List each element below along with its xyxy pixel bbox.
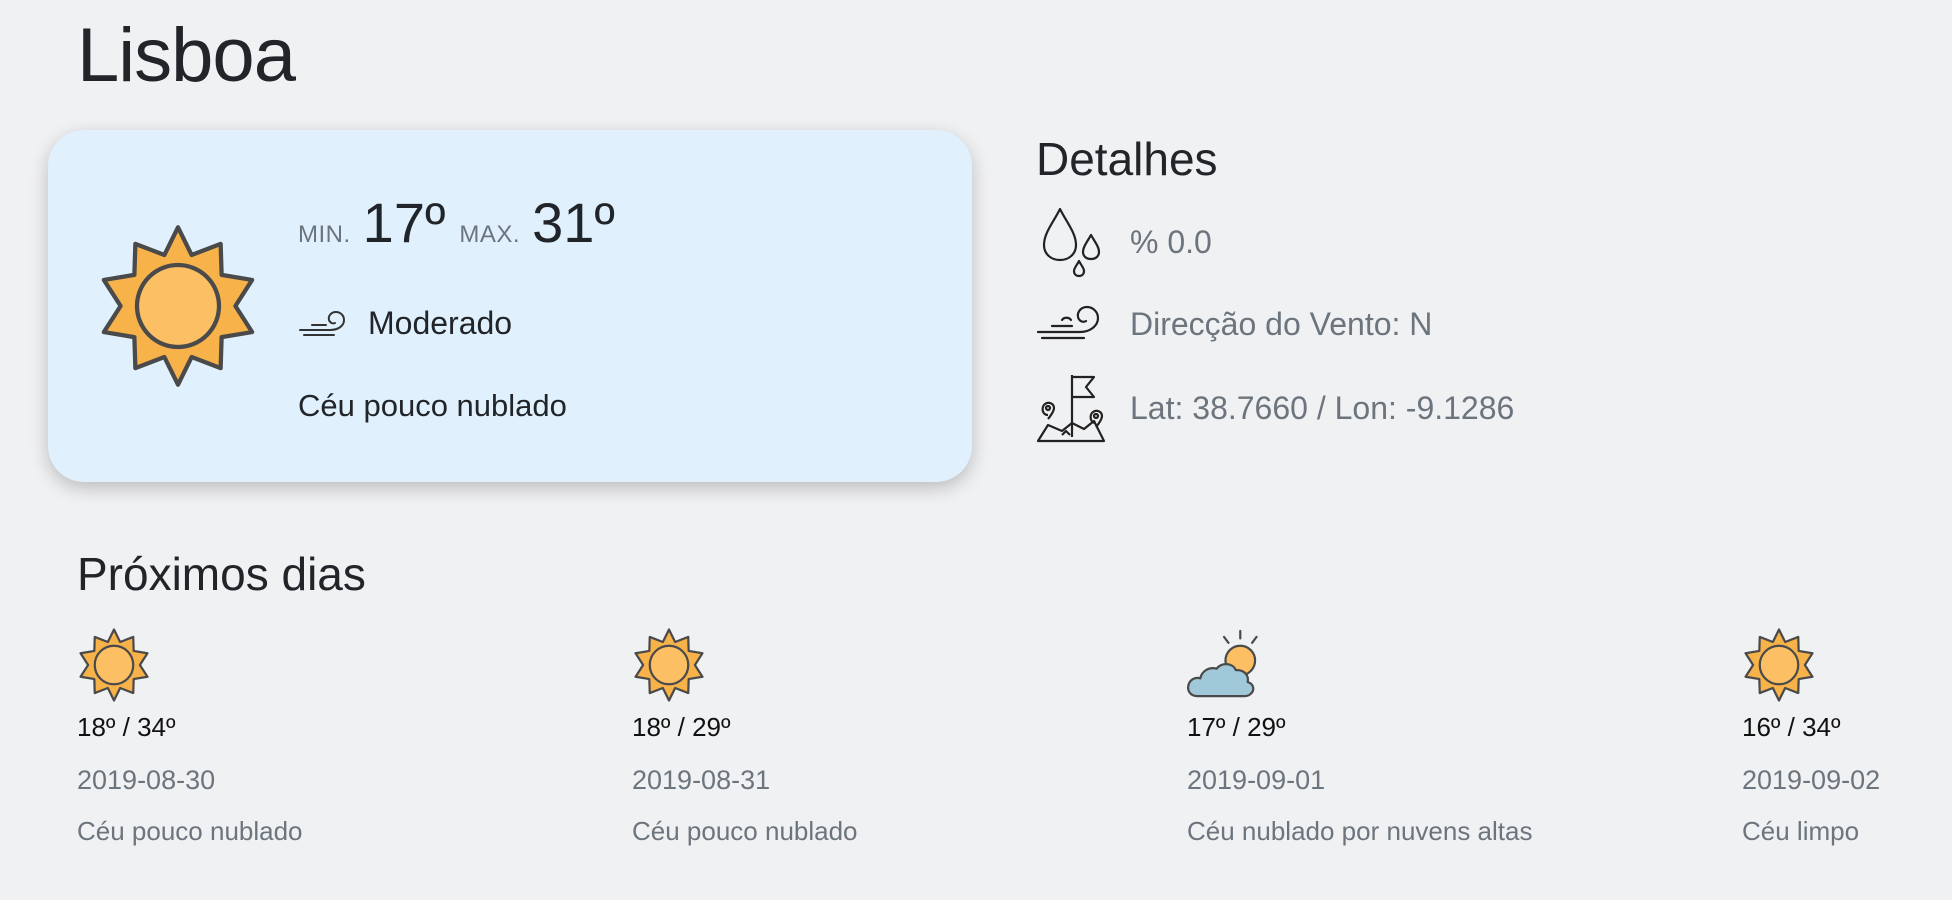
- forecast-day: 16º / 34º 2019-09-02 Céu limpo: [1742, 628, 1942, 847]
- forecast-day: 18º / 29º 2019-08-31 Céu pouco nublado: [632, 628, 1052, 847]
- forecast-temperature-range: 18º / 29º: [632, 712, 731, 742]
- sun-icon: [79, 628, 149, 702]
- sun-icon: [1744, 628, 1814, 702]
- temperature-range: MIN. 17º MAX. 31º: [298, 190, 629, 255]
- map-flag-icon: [1036, 375, 1106, 443]
- wind-icon: [299, 310, 346, 336]
- forecast-temperature-range: 18º / 34º: [77, 712, 176, 742]
- max-label: MAX.: [459, 221, 521, 248]
- coordinates-row: Lat: 38.7660 / Lon: -9.1286: [1036, 371, 1514, 445]
- min-label: MIN.: [298, 221, 351, 248]
- current-weather-card: MIN. 17º MAX. 31º Moderado Céu pouco nub…: [48, 130, 972, 482]
- precipitation-row: % 0.0: [1036, 205, 1212, 279]
- forecast-date: 2019-08-30: [77, 765, 216, 795]
- forecast-title: Próximos dias: [77, 548, 366, 600]
- forecast-date: 2019-08-31: [632, 765, 771, 795]
- forecast-day: 18º / 34º 2019-08-30 Céu pouco nublado: [77, 628, 497, 847]
- wind-intensity-text: Moderado: [368, 305, 513, 341]
- precipitation-value: % 0.0: [1130, 223, 1212, 260]
- forecast-description: Céu limpo: [1742, 816, 1860, 846]
- forecast-description: Céu pouco nublado: [632, 816, 858, 846]
- forecast-temperature-range: 17º / 29º: [1187, 712, 1286, 742]
- forecast-description: Céu pouco nublado: [77, 816, 303, 846]
- coordinates-value: Lat: 38.7660 / Lon: -9.1286: [1130, 389, 1515, 426]
- forecast-date: 2019-09-01: [1187, 765, 1326, 795]
- details-title: Detalhes: [1036, 133, 1218, 185]
- wind-direction-value: Direcção do Vento: N: [1130, 305, 1433, 342]
- sun-icon: [634, 628, 704, 702]
- wind-direction-row: Direcção do Vento: N: [1036, 287, 1432, 361]
- cloud-sun-icon: [1187, 629, 1258, 698]
- weather-page: Lisboa MIN. 17º MAX. 31º Moderado Céu po…: [0, 0, 1952, 900]
- details-section: Detalhes % 0.0 Direcção do Vento: N Lat:…: [1036, 130, 1514, 443]
- city-title: Lisboa: [77, 13, 296, 98]
- min-temperature: 17º: [362, 191, 446, 254]
- max-temperature: 31º: [532, 191, 615, 254]
- forecast-date: 2019-09-02: [1742, 765, 1881, 795]
- forecast-description: Céu nublado por nuvens altas: [1187, 816, 1533, 846]
- raindrops-icon: [1042, 207, 1101, 278]
- wind-icon: [1036, 305, 1100, 340]
- forecast-day: 17º / 29º 2019-09-01 Céu nublado por nuv…: [1187, 628, 1607, 847]
- current-description: Céu pouco nublado: [298, 388, 567, 423]
- sun-icon: [101, 225, 255, 387]
- forecast-temperature-range: 16º / 34º: [1742, 712, 1841, 742]
- wind-intensity: Moderado: [298, 305, 512, 342]
